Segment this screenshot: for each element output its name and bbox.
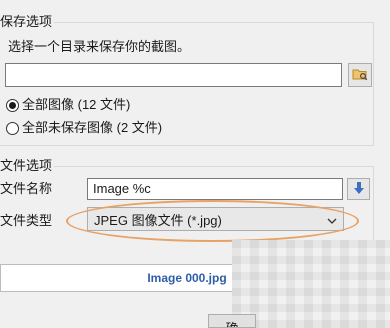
radio-all-images-button[interactable]: [6, 98, 19, 112]
save-group-right-border: [373, 22, 374, 146]
browse-folder-button[interactable]: [348, 63, 372, 87]
save-path-input[interactable]: [5, 63, 342, 87]
file-options-legend: 文件选项: [0, 158, 55, 174]
radio-unsaved-images-label: 全部未保存图像 (2 文件): [22, 120, 163, 135]
down-arrow-icon: [353, 181, 365, 198]
folder-browse-icon: [352, 67, 368, 84]
save-group-top-border: [0, 22, 374, 23]
file-name-label: 文件名称: [0, 181, 53, 196]
radio-all-images[interactable]: 全部图像 (12 文件): [6, 97, 130, 113]
file-type-value: JPEG 图像文件 (*.jpg): [94, 212, 222, 228]
save-instruction-text: 选择一个目录来保存你的截图。: [8, 39, 191, 54]
file-type-select[interactable]: JPEG 图像文件 (*.jpg): [87, 207, 344, 231]
save-group-bottom-border: [0, 145, 374, 146]
file-group-right-border: [373, 166, 374, 240]
file-name-input[interactable]: Image %c: [87, 178, 343, 200]
chevron-down-icon: [327, 212, 337, 227]
radio-unsaved-images-button[interactable]: [6, 121, 19, 135]
file-type-label: 文件类型: [0, 213, 53, 228]
radio-all-images-label: 全部图像 (12 文件): [22, 97, 131, 112]
filename-preview-text: Image 000.jpg: [147, 271, 227, 285]
confirm-button[interactable]: 确: [208, 314, 256, 328]
file-group-top-border: [0, 166, 374, 167]
confirm-button-label: 确: [225, 318, 238, 327]
insert-pattern-button[interactable]: [347, 178, 370, 200]
save-options-legend: 保存选项: [0, 14, 55, 30]
radio-unsaved-images[interactable]: 全部未保存图像 (2 文件): [6, 120, 162, 136]
